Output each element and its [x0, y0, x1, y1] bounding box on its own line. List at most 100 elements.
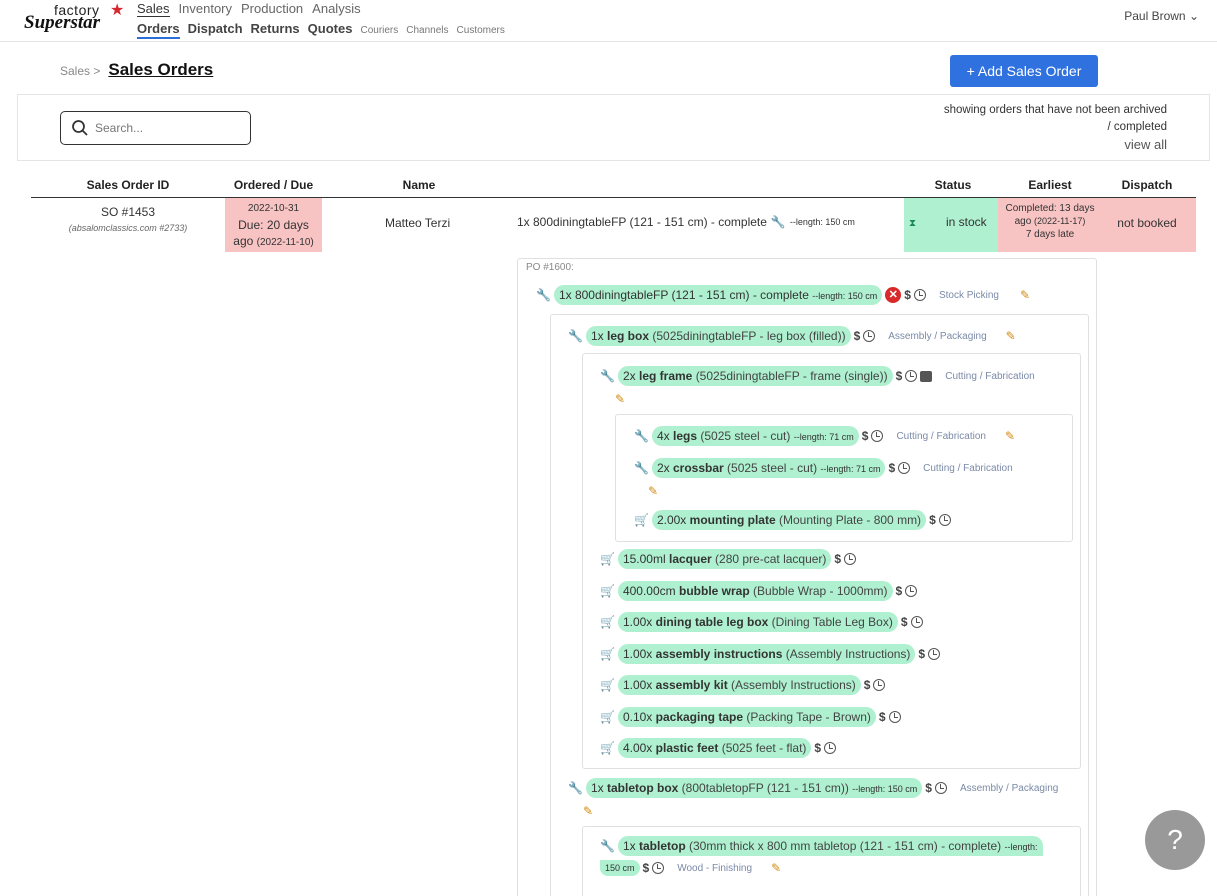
col-status[interactable]: Status	[904, 178, 1002, 192]
dispatch-cell[interactable]: not booked	[1098, 198, 1196, 252]
dollar-icon[interactable]: $	[901, 615, 908, 629]
dollar-icon[interactable]: $	[896, 369, 903, 383]
tree-node-tape[interactable]: 🛒 0.10x packaging tape (Packing Tape - B…	[600, 707, 901, 727]
clock-icon[interactable]	[824, 742, 837, 754]
root-pill[interactable]: 1x 800diningtableFP (121 - 151 cm) - com…	[553, 285, 883, 305]
mountingplate-pill[interactable]: 2.00x mounting plate (Mounting Plate - 8…	[651, 510, 927, 530]
lacquer-pill[interactable]: 15.00ml lacquer (280 pre-cat lacquer)	[617, 549, 832, 569]
dollar-icon[interactable]: $	[862, 429, 869, 443]
dollar-icon[interactable]: $	[929, 513, 936, 527]
subnav-channels[interactable]: Channels	[406, 25, 448, 36]
pencil-icon[interactable]: ✎	[771, 861, 781, 875]
tree-node-legframe[interactable]: 🔧 2x leg frame (5025diningtableFP - fram…	[600, 366, 1035, 386]
clock-icon[interactable]	[863, 330, 876, 342]
subnav-quotes[interactable]: Quotes	[308, 21, 353, 36]
nav-analysis[interactable]: Analysis	[312, 1, 360, 17]
clock-icon[interactable]	[888, 711, 901, 723]
remove-icon[interactable]: ✕	[885, 287, 902, 303]
clock-icon[interactable]	[905, 370, 918, 382]
sales-order-id[interactable]: SO #1453	[46, 205, 210, 219]
pencil-icon[interactable]: ✎	[583, 804, 593, 818]
feet-pill[interactable]: 4.00x plastic feet (5025 feet - flat)	[617, 738, 812, 758]
dollar-icon[interactable]: $	[814, 741, 821, 755]
tree-node-tabletop-cont[interactable]: 150 cm $ Wood - Finishing ✎	[600, 860, 781, 876]
legframe-pill[interactable]: 2x leg frame (5025diningtableFP - frame …	[617, 366, 893, 386]
breadcrumb-sales[interactable]: Sales >	[60, 64, 100, 78]
tabletopbox-pill[interactable]: 1x tabletop box (800tabletopFP (121 - 15…	[585, 778, 923, 798]
tree-node-root[interactable]: 🔧 1x 800diningtableFP (121 - 151 cm) - c…	[536, 285, 1030, 305]
dollar-icon[interactable]: $	[888, 461, 895, 475]
dollar-icon[interactable]: $	[834, 552, 841, 566]
subnav-customers[interactable]: Customers	[457, 25, 505, 36]
nav-production[interactable]: Production	[241, 1, 303, 17]
clock-icon[interactable]	[928, 648, 941, 660]
legs-pill[interactable]: 4x legs (5025 steel - cut) --length: 71 …	[651, 426, 859, 446]
dollar-icon[interactable]: $	[879, 710, 886, 724]
clock-icon[interactable]	[905, 585, 918, 597]
search-input[interactable]	[95, 121, 235, 135]
add-sales-order-button[interactable]: + Add Sales Order	[950, 55, 1098, 87]
tabletop-length-b[interactable]: 150 cm	[600, 860, 640, 876]
legbox-pill[interactable]: 1x leg box (5025diningtableFP - leg box …	[585, 326, 851, 346]
process-label[interactable]: Wood - Finishing	[677, 863, 752, 874]
nav-inventory[interactable]: Inventory	[179, 1, 232, 17]
pencil-icon[interactable]: ✎	[615, 392, 625, 406]
tree-node-legbox[interactable]: 🔧 1x leg box (5025diningtableFP - leg bo…	[568, 326, 1016, 346]
process-label[interactable]: Cutting / Fabrication	[945, 371, 1035, 382]
dollar-icon[interactable]: $	[925, 781, 932, 795]
clock-icon[interactable]	[652, 862, 665, 874]
tree-node-legs[interactable]: 🔧 4x legs (5025 steel - cut) --length: 7…	[634, 426, 1015, 446]
dollar-icon[interactable]: $	[643, 861, 650, 875]
pencil-icon[interactable]: ✎	[648, 484, 658, 498]
subnav-returns[interactable]: Returns	[251, 21, 300, 36]
tree-node-tabletop[interactable]: 🔧 1x tabletop (30mm thick x 800 mm table…	[600, 836, 1043, 856]
clock-icon[interactable]	[938, 514, 951, 526]
dollar-icon[interactable]: $	[904, 288, 911, 302]
col-ordered-due[interactable]: Ordered / Due	[225, 178, 322, 192]
order-item[interactable]: 1x 800diningtableFP (121 - 151 cm) - com…	[517, 215, 855, 229]
process-label[interactable]: Assembly / Packaging	[888, 331, 986, 342]
sales-order-id-cell[interactable]: SO #1453 (absalomclassics.com #2733)	[46, 205, 210, 233]
col-dispatch[interactable]: Dispatch	[1098, 178, 1196, 192]
clock-icon[interactable]	[871, 430, 884, 442]
tape-pill[interactable]: 0.10x packaging tape (Packing Tape - Bro…	[617, 707, 876, 727]
subnav-orders[interactable]: Orders	[137, 21, 180, 39]
clock-icon[interactable]	[910, 616, 923, 628]
kit-pill[interactable]: 1.00x assembly kit (Assembly Instruction…	[617, 675, 861, 695]
tree-node-feet[interactable]: 🛒 4.00x plastic feet (5025 feet - flat) …	[600, 738, 837, 758]
subnav-couriers[interactable]: Couriers	[360, 25, 398, 36]
view-all-link[interactable]: view all	[1124, 137, 1167, 152]
tree-node-tabletopbox[interactable]: 🔧 1x tabletop box (800tabletopFP (121 - …	[568, 778, 1058, 798]
tree-node-lacquer[interactable]: 🛒 15.00ml lacquer (280 pre-cat lacquer) …	[600, 549, 857, 569]
nav-sales[interactable]: Sales	[137, 1, 170, 17]
pencil-icon[interactable]: ✎	[1005, 429, 1015, 443]
dollar-icon[interactable]: $	[918, 647, 925, 661]
dollar-icon[interactable]: $	[864, 678, 871, 692]
tree-node-bubblewrap[interactable]: 🛒 400.00cm bubble wrap (Bubble Wrap - 10…	[600, 581, 918, 601]
diningbox-pill[interactable]: 1.00x dining table leg box (Dining Table…	[617, 612, 898, 632]
process-label[interactable]: Assembly / Packaging	[960, 783, 1058, 794]
col-earliest[interactable]: Earliest	[998, 178, 1102, 192]
process-label[interactable]: Cutting / Fabrication	[896, 431, 986, 442]
clock-icon[interactable]	[913, 289, 926, 301]
pencil-icon[interactable]: ✎	[1006, 329, 1016, 343]
tree-node-crossbar[interactable]: 🔧 2x crossbar (5025 steel - cut) --lengt…	[634, 458, 1013, 478]
col-name[interactable]: Name	[370, 178, 468, 192]
pencil-icon[interactable]: ✎	[1020, 288, 1030, 302]
image-icon[interactable]	[920, 370, 933, 382]
factory-superstar-logo[interactable]: factory Superstar ★	[24, 2, 128, 34]
dollar-icon[interactable]: $	[896, 584, 903, 598]
tree-node-instructions[interactable]: 🛒 1.00x assembly instructions (Assembly …	[600, 644, 941, 664]
process-label[interactable]: Stock Picking	[939, 290, 999, 301]
instructions-pill[interactable]: 1.00x assembly instructions (Assembly In…	[617, 644, 916, 664]
search-box[interactable]	[60, 111, 251, 145]
clock-icon[interactable]	[873, 679, 886, 691]
user-menu[interactable]: Paul Brown ⌄	[1124, 9, 1199, 23]
dollar-icon[interactable]: $	[854, 329, 861, 343]
bubblewrap-pill[interactable]: 400.00cm bubble wrap (Bubble Wrap - 1000…	[617, 581, 893, 601]
tabletop-pill[interactable]: 1x tabletop (30mm thick x 800 mm tableto…	[617, 836, 1043, 856]
subnav-dispatch[interactable]: Dispatch	[188, 21, 243, 36]
tree-node-kit[interactable]: 🛒 1.00x assembly kit (Assembly Instructi…	[600, 675, 886, 695]
clock-icon[interactable]	[844, 553, 857, 565]
crossbar-pill[interactable]: 2x crossbar (5025 steel - cut) --length:…	[651, 458, 886, 478]
